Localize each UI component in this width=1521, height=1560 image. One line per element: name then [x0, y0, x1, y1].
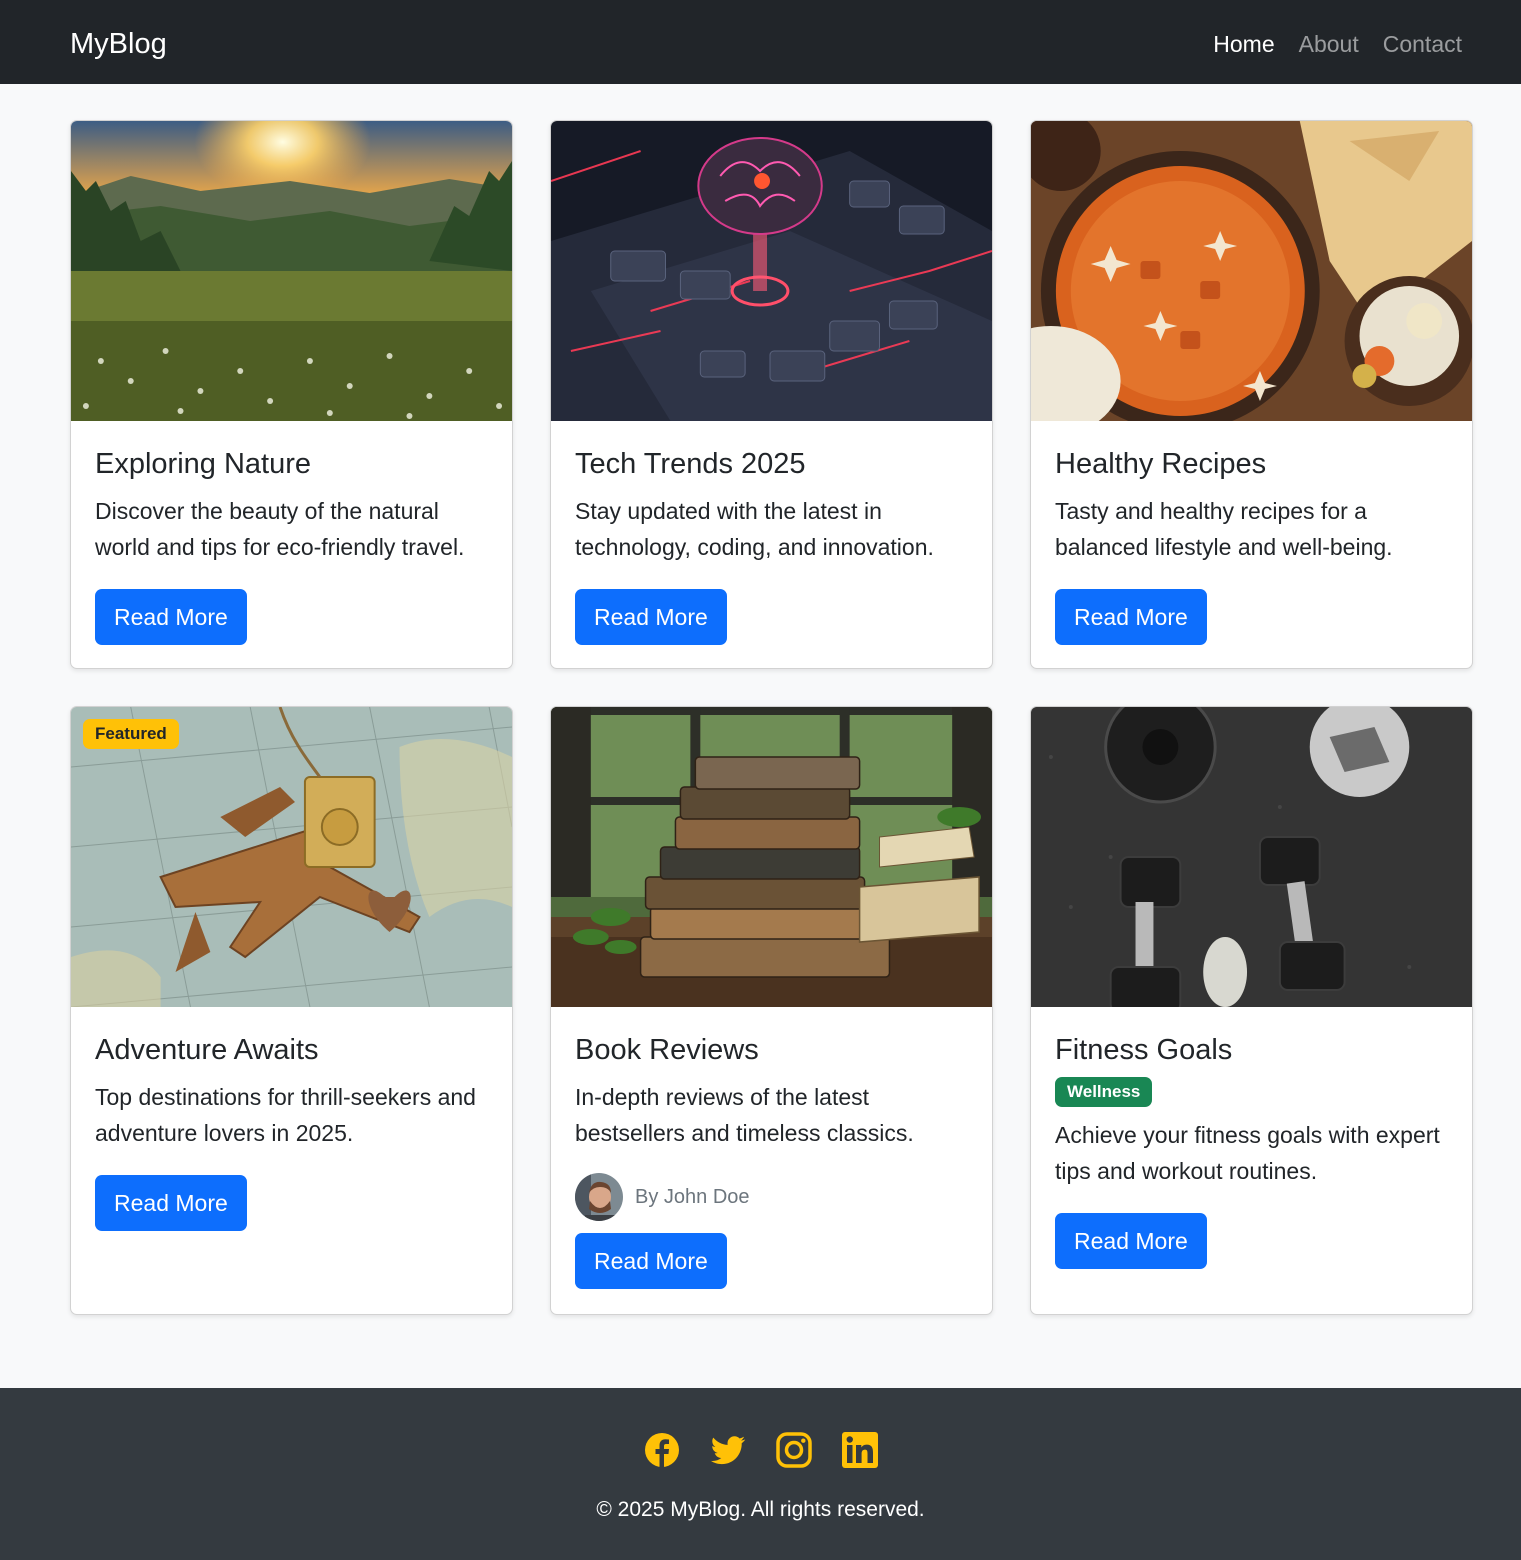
instagram-icon[interactable] [775, 1432, 812, 1468]
card-text: Discover the beauty of the natural world… [95, 498, 465, 560]
circuit-brain-image [551, 121, 992, 421]
card-text: In-depth reviews of the latest bestselle… [575, 1084, 914, 1146]
map-airplane-image: Featured [71, 707, 512, 1007]
card-title: Exploring Nature [95, 448, 311, 480]
author-byline: By John Doe [575, 1173, 968, 1221]
brand-logo[interactable]: MyBlog [70, 24, 167, 64]
card-title: Healthy Recipes [1055, 448, 1267, 480]
read-more-button[interactable]: Read More [575, 1233, 727, 1289]
facebook-icon[interactable] [644, 1432, 680, 1468]
avatar [575, 1173, 623, 1221]
post-card-healthy-recipes: Healthy Recipes Tasty and healthy recipe… [1030, 120, 1473, 669]
card-title: Tech Trends 2025 [575, 448, 806, 480]
curry-food-image [1031, 121, 1472, 421]
card-body: Tech Trends 2025 Stay updated with the l… [551, 421, 992, 668]
nav-link-home[interactable]: Home [1213, 28, 1274, 60]
card-body: Book Reviews In-depth reviews of the lat… [551, 1007, 992, 1313]
card-body: Healthy Recipes Tasty and healthy recipe… [1031, 421, 1472, 668]
nav-link-contact[interactable]: Contact [1383, 28, 1462, 60]
copyright-text: © 2025 MyBlog. All rights reserved. [596, 1498, 925, 1521]
wellness-badge: Wellness [1055, 1077, 1153, 1107]
card-text: Achieve your fitness goals with expert t… [1055, 1122, 1440, 1184]
read-more-button[interactable]: Read More [575, 589, 727, 645]
card-title: Book Reviews [575, 1034, 759, 1066]
author-name: By John Doe [635, 1185, 750, 1208]
read-more-button[interactable]: Read More [1055, 1213, 1207, 1269]
read-more-button[interactable]: Read More [1055, 589, 1207, 645]
sunset-meadow-image [71, 121, 512, 421]
card-title: Adventure Awaits [95, 1034, 319, 1066]
book-stack-image [551, 707, 992, 1007]
twitter-icon[interactable] [710, 1432, 746, 1468]
nav-link-about[interactable]: About [1299, 28, 1359, 60]
card-body: Exploring Nature Discover the beauty of … [71, 421, 512, 668]
footer: © 2025 MyBlog. All rights reserved. [0, 1388, 1521, 1560]
social-links [0, 1432, 1521, 1468]
post-card-tech-trends: Tech Trends 2025 Stay updated with the l… [550, 120, 993, 669]
card-title: Fitness Goals [1055, 1034, 1233, 1066]
card-text: Stay updated with the latest in technolo… [575, 498, 934, 560]
navbar: MyBlog Home About Contact [0, 0, 1521, 84]
featured-badge: Featured [83, 719, 179, 749]
post-card-fitness-goals: Fitness Goals Wellness Achieve your fitn… [1030, 706, 1473, 1315]
read-more-button[interactable]: Read More [95, 1175, 247, 1231]
linkedin-icon[interactable] [841, 1432, 878, 1468]
post-card-exploring-nature: Exploring Nature Discover the beauty of … [70, 120, 513, 669]
card-body: Fitness Goals Wellness Achieve your fitn… [1031, 1007, 1472, 1293]
card-text: Top destinations for thrill-seekers and … [95, 1084, 476, 1146]
post-card-book-reviews: Book Reviews In-depth reviews of the lat… [550, 706, 993, 1315]
card-body: Adventure Awaits Top destinations for th… [71, 1007, 512, 1255]
nav-links: Home About Contact [1213, 28, 1462, 60]
post-card-adventure-awaits: Featured Adventure Awaits Top destinatio… [70, 706, 513, 1315]
read-more-button[interactable]: Read More [95, 589, 247, 645]
dumbbells-image [1031, 707, 1472, 1007]
card-text: Tasty and healthy recipes for a balanced… [1055, 498, 1393, 560]
